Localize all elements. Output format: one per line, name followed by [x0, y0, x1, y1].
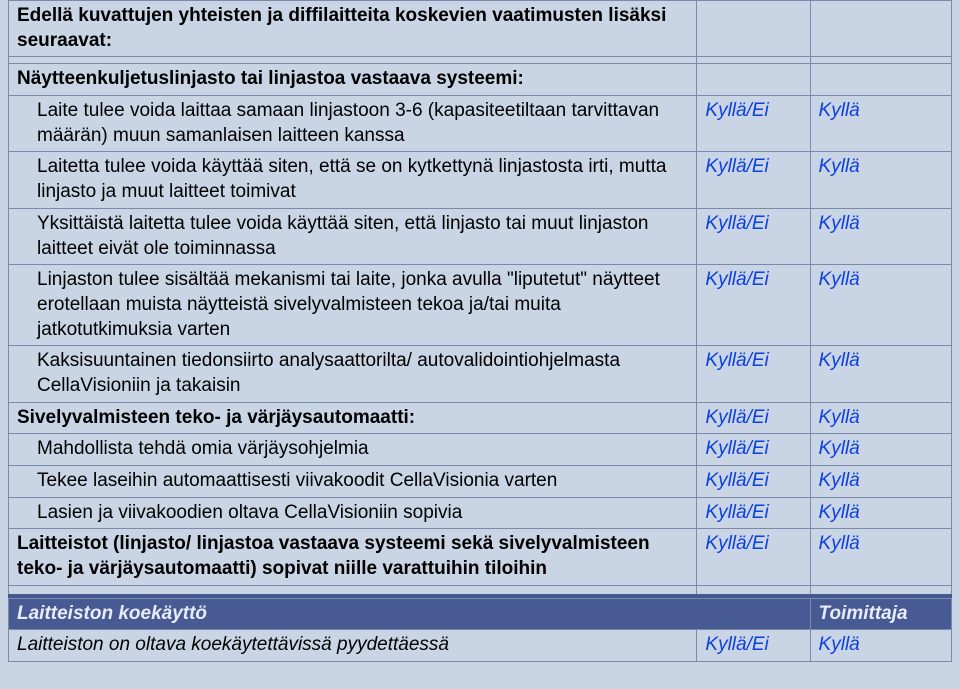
- table-row: Sivelyvalmisteen teko- ja värjäysautomaa…: [9, 402, 952, 434]
- col-yes-no: Kyllä/Ei: [697, 497, 810, 529]
- footer-c3: Kyllä: [810, 630, 951, 662]
- table-row: Mahdollista tehdä omia värjäysohjelmiaKy…: [9, 434, 952, 466]
- col-answer: Kyllä: [810, 434, 951, 466]
- requirement-text: Laite tulee voida laittaa samaan linjast…: [9, 96, 697, 152]
- table-row: Yksittäistä laitetta tulee voida käyttää…: [9, 208, 952, 264]
- footer-row: Laitteiston on oltava koekäytettävissä p…: [9, 630, 952, 662]
- requirement-text: Sivelyvalmisteen teko- ja värjäysautomaa…: [9, 402, 697, 434]
- col-yes-no: Kyllä/Ei: [697, 402, 810, 434]
- table-row: Linjaston tulee sisältää mekanismi tai l…: [9, 265, 952, 346]
- col-answer: Kyllä: [810, 402, 951, 434]
- section-header-row: Laitteiston koekäyttö Toimittaja: [9, 598, 952, 630]
- col-yes-no: [697, 1, 810, 57]
- footer-c2: Kyllä/Ei: [697, 630, 810, 662]
- table-row: Kaksisuuntainen tiedonsiirto analysaatto…: [9, 346, 952, 402]
- col-yes-no: Kyllä/Ei: [697, 529, 810, 585]
- col-answer: Kyllä: [810, 96, 951, 152]
- col-answer: Kyllä: [810, 466, 951, 498]
- col-yes-no: Kyllä/Ei: [697, 208, 810, 264]
- col-answer: Kyllä: [810, 152, 951, 208]
- table-row: Laite tulee voida laittaa samaan linjast…: [9, 96, 952, 152]
- col-yes-no: Kyllä/Ei: [697, 96, 810, 152]
- document-page: Edellä kuvattujen yhteisten ja diffilait…: [0, 0, 960, 670]
- col-answer: Kyllä: [810, 265, 951, 346]
- col-yes-no: Kyllä/Ei: [697, 346, 810, 402]
- requirement-text: Linjaston tulee sisältää mekanismi tai l…: [9, 265, 697, 346]
- table-row: Tekee laseihin automaattisesti viivakood…: [9, 466, 952, 498]
- table-row: Näytteenkuljetuslinjasto tai linjastoa v…: [9, 64, 952, 96]
- footer-text: Laitteiston on oltava koekäytettävissä p…: [9, 630, 697, 662]
- table-row: [9, 57, 952, 64]
- requirements-table: Edellä kuvattujen yhteisten ja diffilait…: [8, 0, 952, 662]
- col-answer: [810, 1, 951, 57]
- requirement-text: Laitetta tulee voida käyttää siten, että…: [9, 152, 697, 208]
- col-yes-no: Kyllä/Ei: [697, 434, 810, 466]
- requirement-text: Näytteenkuljetuslinjasto tai linjastoa v…: [9, 64, 697, 96]
- col-yes-no: Kyllä/Ei: [697, 466, 810, 498]
- col-answer: Kyllä: [810, 529, 951, 585]
- spacer-row: [9, 585, 952, 596]
- col-answer: Kyllä: [810, 346, 951, 402]
- requirement-text: [9, 57, 697, 64]
- requirement-text: Lasien ja viivakoodien oltava CellaVisio…: [9, 497, 697, 529]
- table-row: Laitetta tulee voida käyttää siten, että…: [9, 152, 952, 208]
- requirement-text: Yksittäistä laitetta tulee voida käyttää…: [9, 208, 697, 264]
- requirement-text: Edellä kuvattujen yhteisten ja diffilait…: [9, 1, 697, 57]
- col-answer: Kyllä: [810, 497, 951, 529]
- col-yes-no: [697, 57, 810, 64]
- col-yes-no: Kyllä/Ei: [697, 265, 810, 346]
- col-answer: Kyllä: [810, 208, 951, 264]
- col-yes-no: Kyllä/Ei: [697, 152, 810, 208]
- table-row: Laitteistot (linjasto/ linjastoa vastaav…: [9, 529, 952, 585]
- col-yes-no: [697, 64, 810, 96]
- section-header-right: Toimittaja: [810, 598, 951, 630]
- requirement-text: Laitteistot (linjasto/ linjastoa vastaav…: [9, 529, 697, 585]
- table-row: Lasien ja viivakoodien oltava CellaVisio…: [9, 497, 952, 529]
- col-answer: [810, 64, 951, 96]
- table-row: Edellä kuvattujen yhteisten ja diffilait…: [9, 1, 952, 57]
- requirement-text: Tekee laseihin automaattisesti viivakood…: [9, 466, 697, 498]
- col-answer: [810, 57, 951, 64]
- requirement-text: Kaksisuuntainen tiedonsiirto analysaatto…: [9, 346, 697, 402]
- requirement-text: Mahdollista tehdä omia värjäysohjelmia: [9, 434, 697, 466]
- section-header-left: Laitteiston koekäyttö: [9, 598, 811, 630]
